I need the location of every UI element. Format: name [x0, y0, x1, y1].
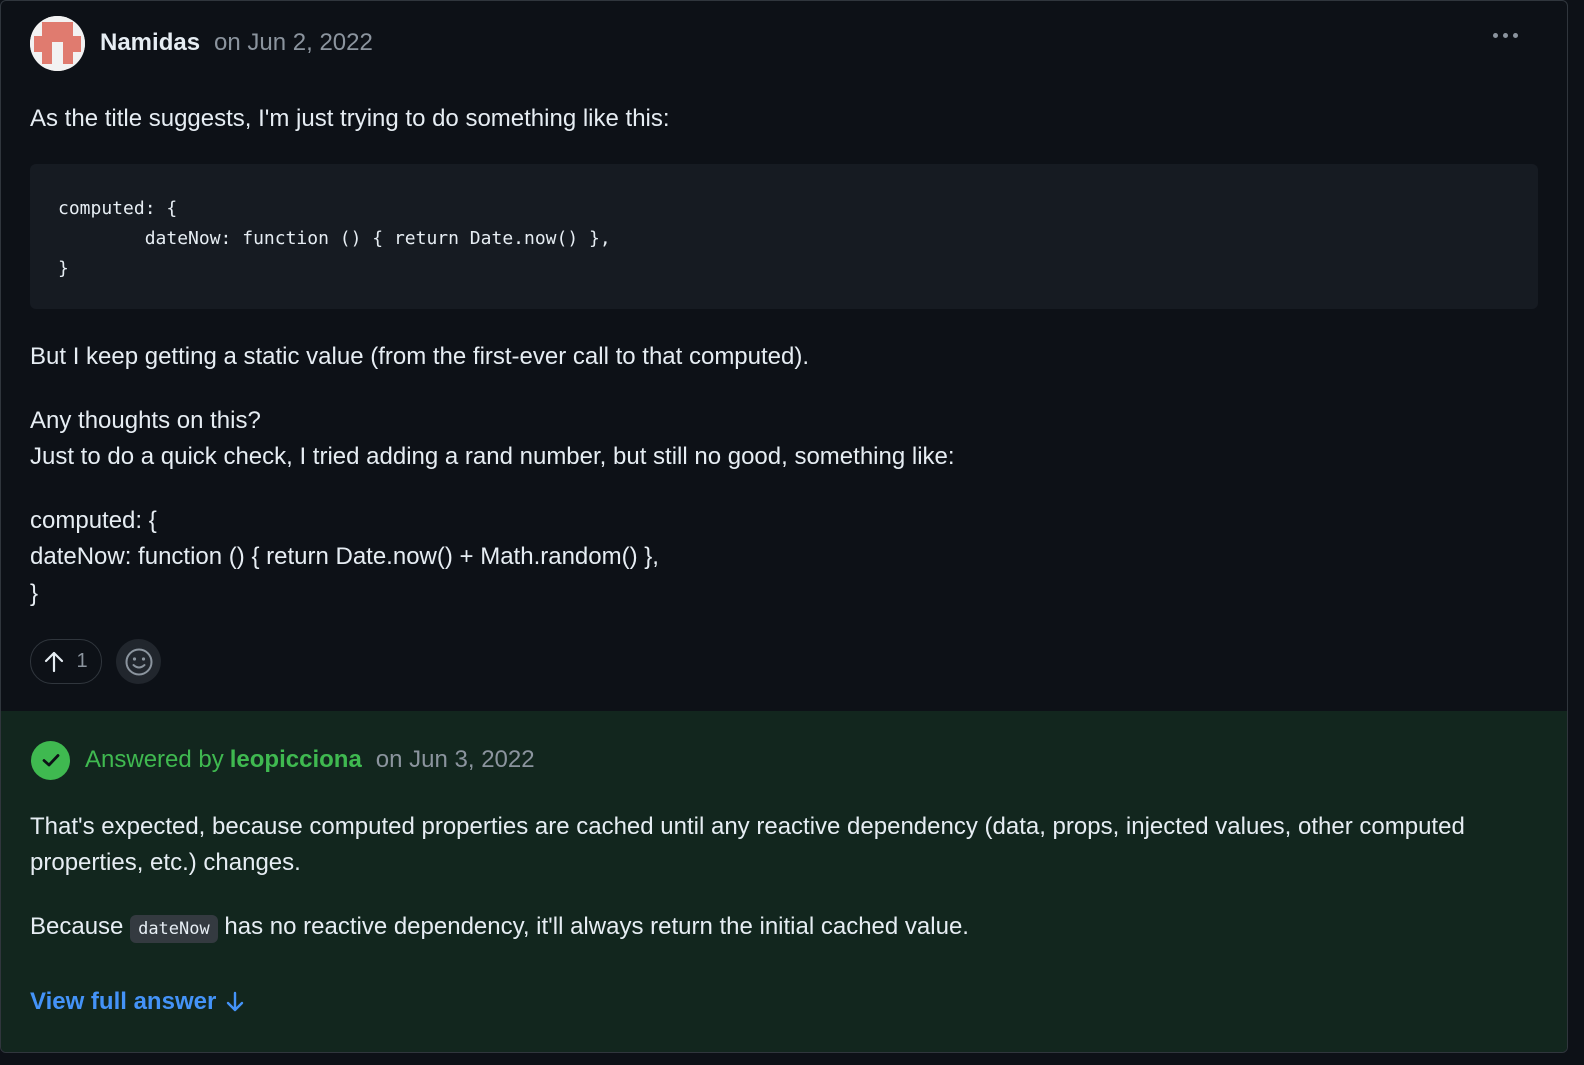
- arrow-up-icon: [45, 651, 64, 672]
- kebab-icon[interactable]: [1493, 23, 1527, 47]
- upvote-count: 1: [76, 650, 88, 672]
- code-block: computed: { dateNow: function () { retur…: [30, 164, 1538, 309]
- post-paragraph: computed: {: [30, 507, 157, 534]
- post-paragraph: Any thoughts on this?: [30, 407, 261, 434]
- view-full-answer-label: View full answer: [30, 988, 217, 1015]
- discussion-card: Namidas on Jun 2, 2022 As the title sugg…: [0, 0, 1568, 1053]
- answer-date[interactable]: on Jun 3, 2022: [376, 746, 535, 774]
- author-name[interactable]: Namidas: [100, 29, 200, 57]
- answer-paragraph: Because dateNow has no reactive dependen…: [30, 909, 969, 947]
- view-full-answer-link[interactable]: View full answer: [30, 988, 244, 1016]
- add-reaction-button[interactable]: [116, 639, 161, 684]
- post-paragraph: Just to do a quick check, I tried adding…: [30, 443, 955, 470]
- avatar[interactable]: [30, 15, 85, 71]
- answered-by-label: Answered by: [85, 746, 224, 773]
- answer-text: Because: [30, 913, 131, 940]
- post-header: Namidas on Jun 2, 2022: [30, 15, 373, 71]
- answer-header: Answered by leopicciona on Jun 3, 2022: [31, 740, 535, 780]
- post-date[interactable]: on Jun 2, 2022: [214, 29, 373, 57]
- answer-text: has no reactive dependency, it'll always…: [217, 913, 969, 940]
- original-post: Namidas on Jun 2, 2022 As the title sugg…: [1, 1, 1567, 711]
- code-content: computed: { dateNow: function () { retur…: [58, 198, 611, 279]
- post-paragraph: As the title suggests, I'm just trying t…: [30, 105, 670, 132]
- post-paragraph: }: [30, 580, 39, 607]
- avatar-image: [30, 15, 85, 71]
- post-paragraph: dateNow: function () { return Date.now()…: [30, 543, 659, 570]
- inline-code: dateNow: [130, 915, 218, 943]
- smiley-icon: [125, 648, 152, 675]
- post-paragraph: But I keep getting a static value (from …: [30, 343, 810, 370]
- arrow-down-icon: [227, 991, 244, 1012]
- upvote-button[interactable]: 1: [30, 639, 102, 684]
- check-icon: [31, 740, 70, 780]
- accepted-answer: Answered by leopicciona on Jun 3, 2022 T…: [1, 711, 1567, 1052]
- answer-paragraph: That's expected, because computed proper…: [30, 813, 1465, 876]
- answerer-name[interactable]: leopicciona: [230, 746, 362, 774]
